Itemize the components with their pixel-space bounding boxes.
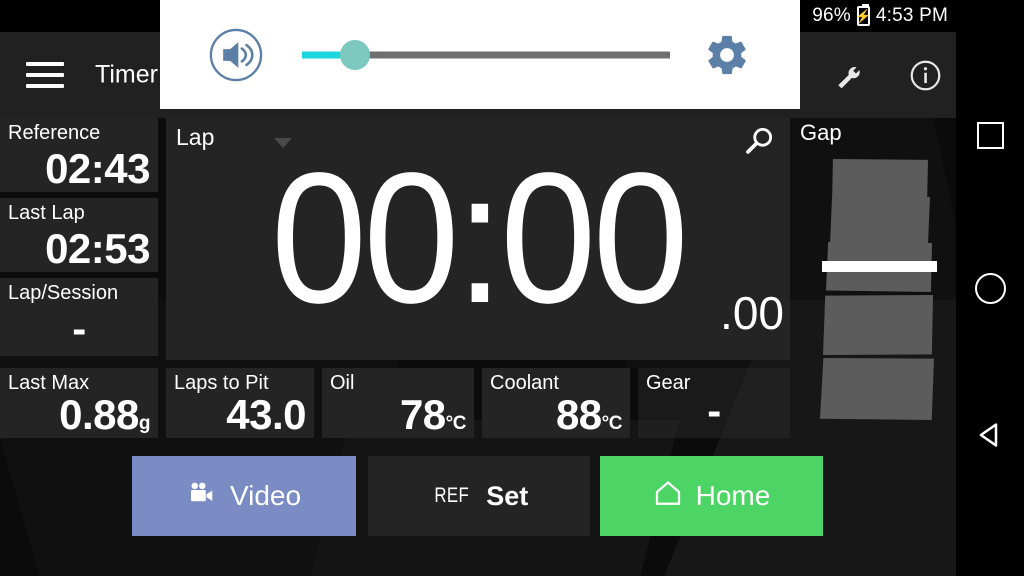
home-button[interactable]: Home bbox=[600, 456, 823, 536]
tile-label: Oil bbox=[330, 372, 355, 394]
tile-value: 78°C bbox=[399, 391, 467, 438]
device-screen: 96% ⚡ 4:53 PM Timer Reference 02:43 Last… bbox=[0, 0, 1024, 576]
info-glyph bbox=[910, 60, 940, 90]
gap-segment bbox=[820, 358, 934, 420]
tile-value: 43.0 bbox=[226, 391, 306, 438]
tile-coolant[interactable]: Coolant 88°C bbox=[482, 368, 630, 438]
timer-fraction-value: .00 bbox=[720, 287, 784, 339]
wrench-icon[interactable] bbox=[832, 58, 866, 92]
tile-oil[interactable]: Oil 78°C bbox=[322, 368, 474, 438]
video-camera-glyph bbox=[190, 482, 213, 501]
video-button-label: Video bbox=[229, 480, 302, 511]
square-recents-icon[interactable] bbox=[970, 115, 1010, 155]
gap-segment bbox=[830, 197, 930, 245]
gap-gauge-label: Gap bbox=[800, 120, 842, 145]
tile-value: 02:53 bbox=[45, 225, 150, 272]
battery-percent-label: 96% bbox=[812, 5, 851, 26]
tile-lap-session[interactable]: Lap/Session - bbox=[0, 278, 158, 356]
tile-unit: °C bbox=[445, 413, 467, 434]
menu-bar bbox=[26, 84, 64, 88]
dashboard: Reference 02:43 Last Lap 02:53 Lap/Sessi… bbox=[0, 118, 956, 576]
tile-value: 02:43 bbox=[45, 145, 150, 192]
speaker-glyph bbox=[209, 28, 263, 81]
home-button-label: Home bbox=[695, 480, 771, 511]
tile-label: Reference bbox=[8, 122, 101, 144]
tile-value: 0.88g bbox=[59, 391, 151, 438]
tile-label: Coolant bbox=[490, 372, 559, 394]
tile-laps-to-pit[interactable]: Laps to Pit 43.0 bbox=[166, 368, 314, 438]
tile-last-lap[interactable]: Last Lap 02:53 bbox=[0, 198, 158, 272]
volume-slider-thumb[interactable] bbox=[340, 39, 371, 70]
gap-segment bbox=[823, 295, 933, 355]
gear-icon[interactable] bbox=[704, 32, 750, 78]
tile-label: Last Lap bbox=[8, 202, 85, 224]
button-row: Video REF Set Home bbox=[0, 456, 956, 546]
hamburger-menu-icon[interactable] bbox=[26, 62, 64, 88]
circle-glyph bbox=[974, 272, 1006, 304]
ref-set-button[interactable]: REF Set bbox=[368, 456, 590, 536]
clock-label: 4:53 PM bbox=[875, 5, 948, 26]
info-circle-icon[interactable] bbox=[908, 58, 942, 92]
video-button[interactable]: Video bbox=[132, 456, 356, 536]
tile-value: - bbox=[707, 387, 721, 434]
triangle-back-icon[interactable] bbox=[970, 415, 1010, 455]
tile-last-max[interactable]: Last Max 0.88g bbox=[0, 368, 158, 438]
video-camera-icon bbox=[187, 478, 217, 515]
status-bar-right: 96% ⚡ 4:53 PM bbox=[812, 0, 948, 32]
home-icon bbox=[653, 478, 683, 515]
gear-glyph bbox=[708, 35, 746, 74]
tile-gear[interactable]: Gear - bbox=[638, 368, 790, 438]
timer-main-value: 00:00 bbox=[270, 135, 689, 342]
tile-value: 88°C bbox=[555, 391, 623, 438]
wrench-glyph bbox=[838, 67, 860, 89]
speaker-volume-icon[interactable] bbox=[208, 27, 264, 83]
gap-gauge[interactable]: Gap bbox=[796, 118, 956, 448]
menu-bar bbox=[26, 73, 64, 77]
tile-value: - bbox=[72, 305, 86, 352]
ref-set-button-label: Set bbox=[486, 480, 529, 511]
tile-label: Lap/Session bbox=[8, 282, 119, 304]
square-glyph bbox=[976, 121, 1004, 149]
android-nav-bar bbox=[956, 0, 1024, 576]
timer-panel[interactable]: Lap 00:00 .00 bbox=[166, 118, 790, 360]
tile-unit: °C bbox=[601, 413, 623, 434]
home-glyph bbox=[655, 480, 680, 505]
battery-charging-icon: ⚡ bbox=[855, 4, 872, 26]
app-bar-actions bbox=[832, 32, 942, 118]
ref-prefix-label: REF bbox=[434, 484, 469, 507]
menu-bar bbox=[26, 62, 64, 66]
charging-bolt-glyph: ⚡ bbox=[855, 8, 872, 24]
tile-unit: g bbox=[138, 413, 151, 434]
tile-reference[interactable]: Reference 02:43 bbox=[0, 118, 158, 192]
volume-popup bbox=[160, 0, 800, 109]
gap-marker bbox=[822, 261, 937, 272]
circle-home-icon[interactable] bbox=[970, 268, 1010, 308]
triangle-glyph bbox=[979, 423, 998, 447]
volume-slider[interactable] bbox=[302, 35, 670, 75]
page-title: Timer bbox=[95, 60, 158, 89]
